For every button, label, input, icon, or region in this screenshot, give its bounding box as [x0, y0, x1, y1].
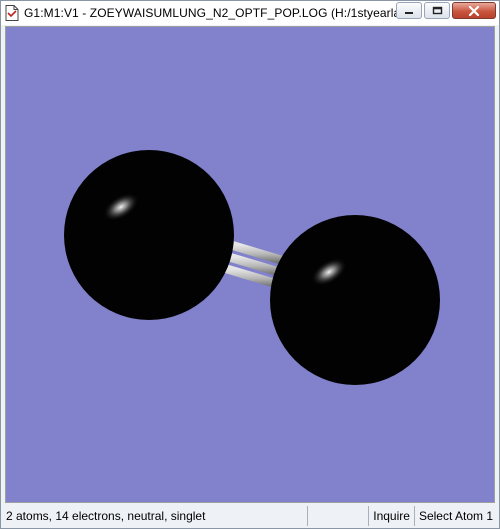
- close-button[interactable]: [452, 2, 496, 19]
- status-empty-cell: [307, 506, 368, 526]
- window-title: G1:M1:V1 - ZOEYWAISUMLUNG_N2_OPTF_POP.LO…: [24, 6, 402, 20]
- mode-indicator: Inquire: [368, 506, 414, 526]
- close-icon: [468, 5, 480, 16]
- minimize-icon: [405, 11, 413, 14]
- maximize-button[interactable]: [424, 2, 450, 19]
- atom-1[interactable]: [64, 150, 234, 320]
- document-icon: [5, 5, 19, 21]
- title-bar[interactable]: G1:M1:V1 - ZOEYWAISUMLUNG_N2_OPTF_POP.LO…: [1, 1, 499, 25]
- molecule-canvas[interactable]: [6, 27, 494, 502]
- molecule-info: 2 atoms, 14 electrons, neutral, singlet: [6, 509, 206, 523]
- status-bar: 2 atoms, 14 electrons, neutral, singlet …: [3, 506, 497, 526]
- action-indicator: Select Atom 1: [413, 506, 497, 526]
- window-controls: [396, 2, 496, 19]
- atom-2[interactable]: [270, 215, 440, 385]
- minimize-button[interactable]: [396, 2, 422, 19]
- maximize-icon: [432, 6, 442, 15]
- molecule-viewport[interactable]: [5, 26, 495, 503]
- app-window: G1:M1:V1 - ZOEYWAISUMLUNG_N2_OPTF_POP.LO…: [0, 0, 500, 529]
